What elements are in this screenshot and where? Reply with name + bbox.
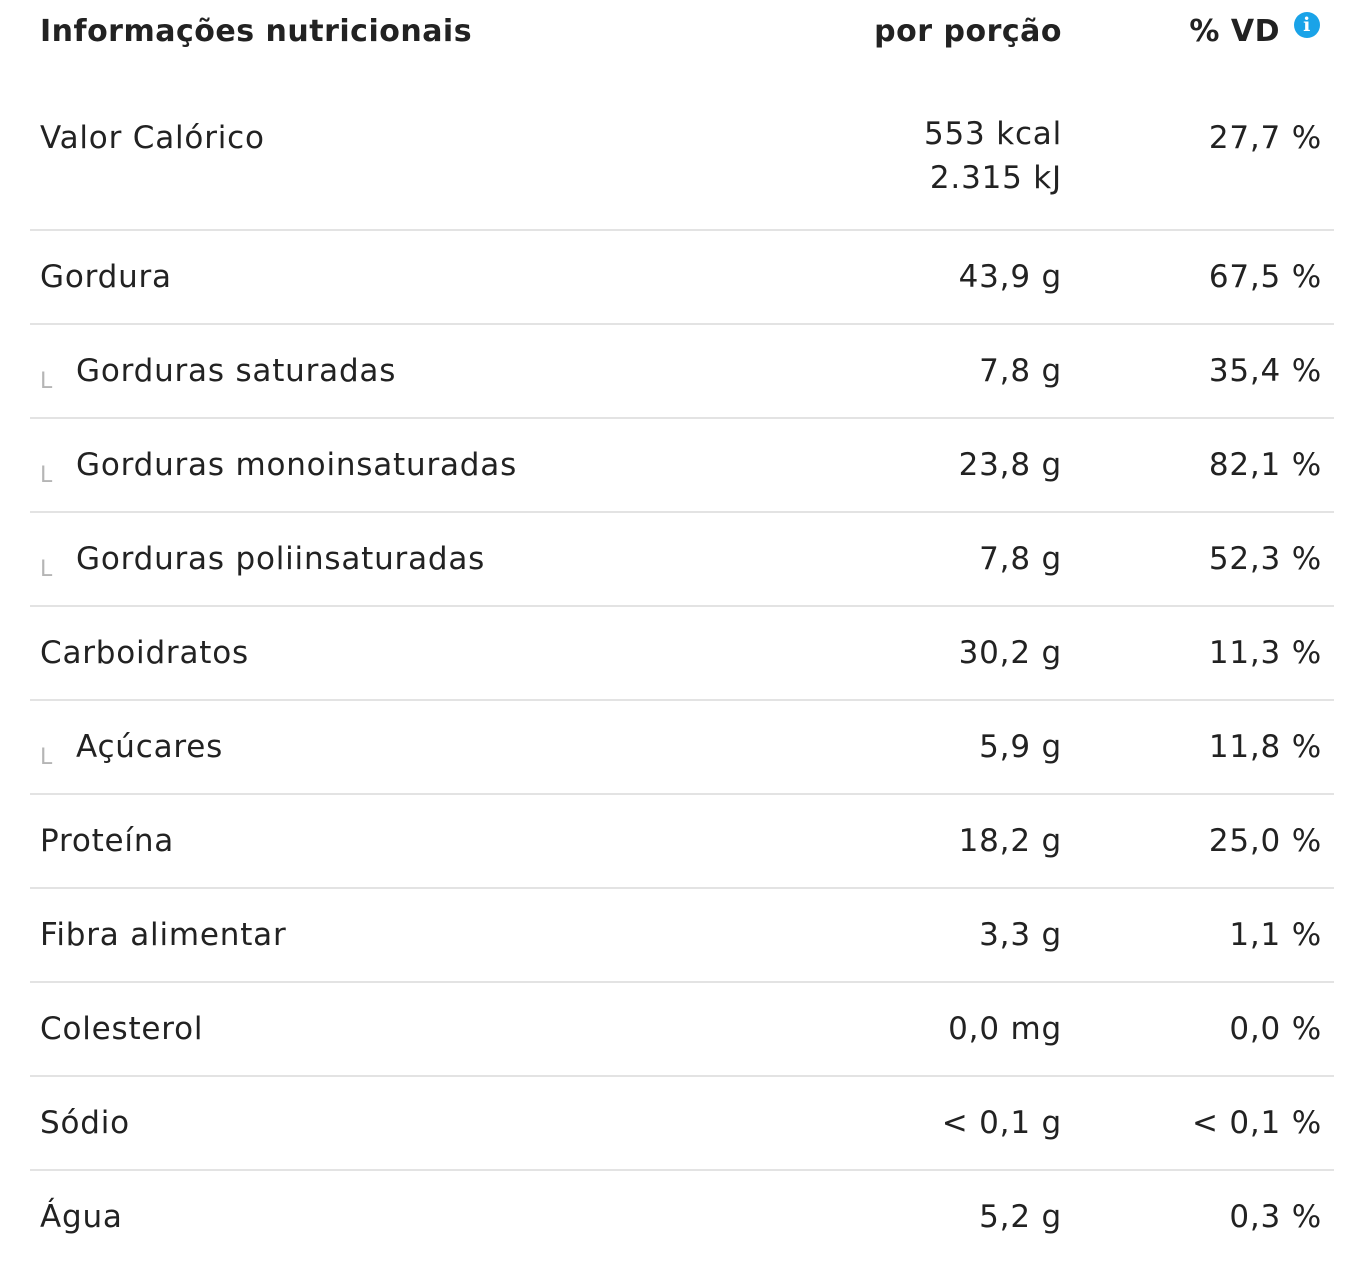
table-row: Proteína 18,2 g 25,0 % xyxy=(30,795,1334,889)
nutrient-daily-value: < 0,1 % xyxy=(1191,1105,1322,1141)
nutrient-label: Gorduras monoinsaturadas xyxy=(76,447,518,483)
sub-item-marker-icon: L xyxy=(40,745,53,770)
nutrient-label: Gordura xyxy=(40,259,172,295)
calories-label: Valor Calórico xyxy=(40,120,265,156)
daily-value-label: % VD xyxy=(1189,14,1280,49)
table-row: Fibra alimentar 3,3 g 1,1 % xyxy=(30,889,1334,983)
nutrient-rows: Gordura 43,9 g 67,5 % L Gorduras saturadas 7,… xyxy=(30,231,1334,1265)
nutrient-daily-value: 11,3 % xyxy=(1208,635,1322,671)
sub-item-marker-icon: L xyxy=(40,463,53,488)
nutrient-amount: 43,9 g xyxy=(958,259,1062,295)
nutrient-amount: 5,2 g xyxy=(979,1199,1062,1235)
nutrient-label: Açúcares xyxy=(76,729,224,765)
table-row: Sódio < 0,1 g < 0,1 % xyxy=(30,1077,1334,1171)
nutrient-daily-value: 82,1 % xyxy=(1208,447,1322,483)
nutrient-amount: < 0,1 g xyxy=(941,1105,1062,1141)
per-serving-header: por porção xyxy=(874,14,1062,49)
table-title: Informações nutricionais xyxy=(40,14,473,49)
calories-amount: 553 kcal 2.315 kJ xyxy=(924,112,1062,200)
nutrient-amount: 3,3 g xyxy=(979,917,1062,953)
nutrient-daily-value: 0,0 % xyxy=(1229,1011,1322,1047)
table-row: Gordura 43,9 g 67,5 % xyxy=(30,231,1334,325)
nutrient-daily-value: 35,4 % xyxy=(1208,353,1322,389)
info-icon[interactable]: i xyxy=(1294,12,1320,38)
nutrient-daily-value: 1,1 % xyxy=(1229,917,1322,953)
nutrient-daily-value: 11,8 % xyxy=(1208,729,1322,765)
nutrient-amount: 23,8 g xyxy=(958,447,1062,483)
nutrient-amount: 18,2 g xyxy=(958,823,1062,859)
nutrient-daily-value: 25,0 % xyxy=(1208,823,1322,859)
nutrient-label: Gorduras poliinsaturadas xyxy=(76,541,486,577)
sub-item-marker-icon: L xyxy=(40,557,53,582)
nutrient-daily-value: 0,3 % xyxy=(1229,1199,1322,1235)
nutrient-daily-value: 52,3 % xyxy=(1208,541,1322,577)
daily-value-header: % VD i xyxy=(1189,12,1320,49)
nutrition-table: Informações nutricionais por porção % VD… xyxy=(30,0,1334,1265)
nutrient-daily-value: 67,5 % xyxy=(1208,259,1322,295)
nutrient-label: Sódio xyxy=(40,1105,130,1141)
table-row: Colesterol 0,0 mg 0,0 % xyxy=(30,983,1334,1077)
calories-dv: 27,7 % xyxy=(1208,120,1322,156)
table-header: Informações nutricionais por porção % VD… xyxy=(30,0,1334,92)
table-row: L Gorduras saturadas 7,8 g 35,4 % xyxy=(30,325,1334,419)
calories-row: Valor Calórico 553 kcal 2.315 kJ 27,7 % xyxy=(30,92,1334,231)
nutrient-amount: 7,8 g xyxy=(979,541,1062,577)
table-row: L Gorduras poliinsaturadas 7,8 g 52,3 % xyxy=(30,513,1334,607)
table-row: L Açúcares 5,9 g 11,8 % xyxy=(30,701,1334,795)
table-row: Carboidratos 30,2 g 11,3 % xyxy=(30,607,1334,701)
nutrient-label: Água xyxy=(40,1199,123,1235)
nutrient-amount: 5,9 g xyxy=(979,729,1062,765)
calories-kcal: 553 kcal xyxy=(923,116,1062,152)
table-row: Água 5,2 g 0,3 % xyxy=(30,1171,1334,1265)
calories-kj: 2.315 kJ xyxy=(929,160,1062,196)
nutrient-label: Carboidratos xyxy=(40,635,249,671)
nutrient-amount: 7,8 g xyxy=(979,353,1062,389)
nutrient-label: Gorduras saturadas xyxy=(76,353,397,389)
nutrient-label: Colesterol xyxy=(40,1011,204,1047)
table-row: L Gorduras monoinsaturadas 23,8 g 82,1 % xyxy=(30,419,1334,513)
nutrient-label: Proteína xyxy=(40,823,175,859)
sub-item-marker-icon: L xyxy=(40,369,53,394)
nutrient-amount: 30,2 g xyxy=(958,635,1062,671)
nutrient-label: Fibra alimentar xyxy=(40,917,287,953)
nutrient-amount: 0,0 mg xyxy=(948,1011,1062,1047)
